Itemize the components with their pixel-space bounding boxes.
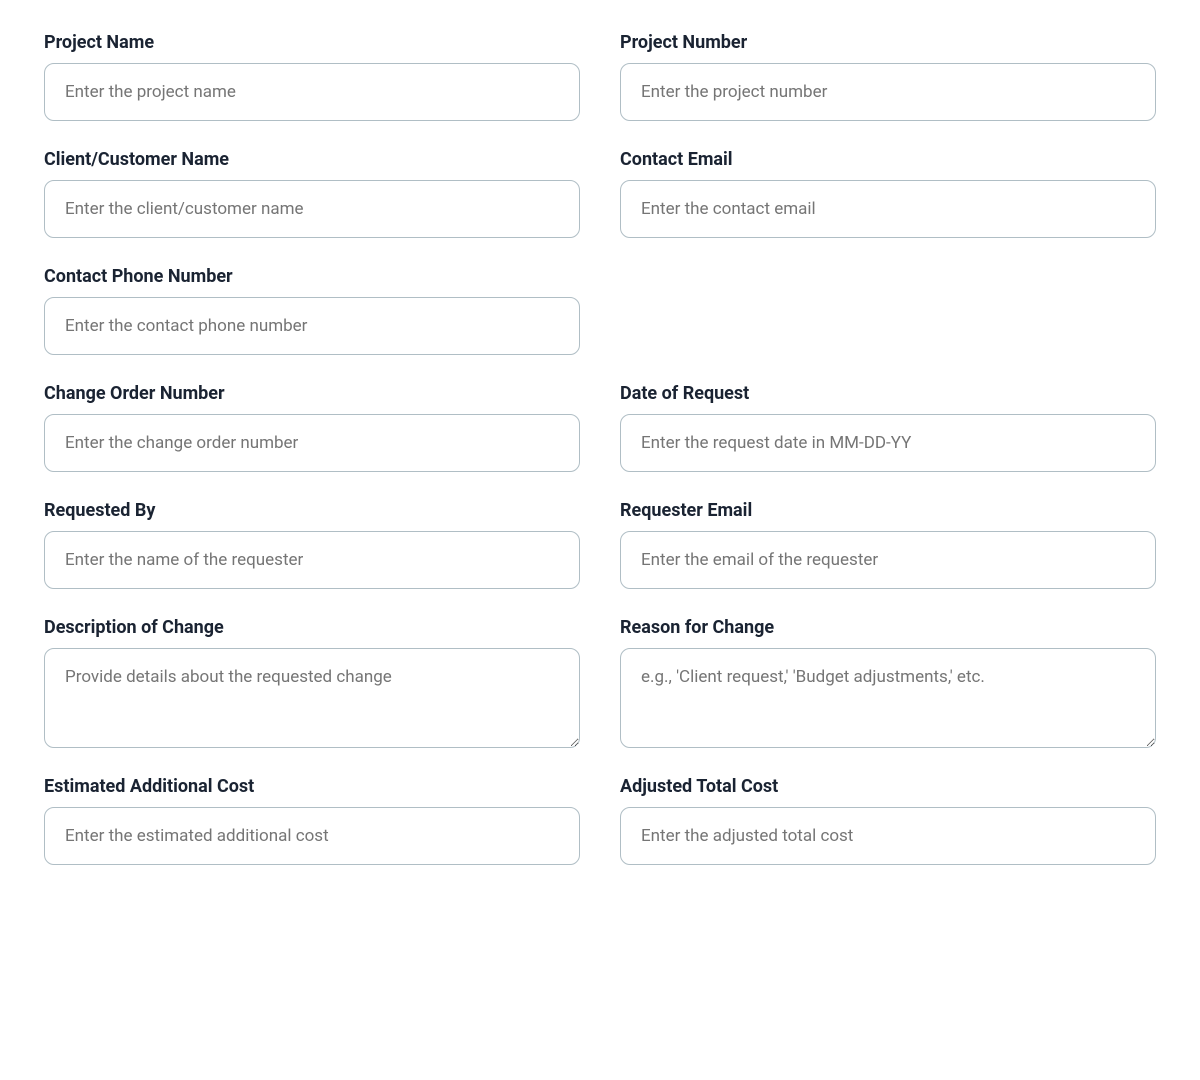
label-description-of-change: Description of Change	[44, 617, 580, 638]
form-group-reason-for-change: Reason for Change	[620, 617, 1156, 748]
input-description-of-change[interactable]	[44, 648, 580, 748]
form-group-contact-email: Contact Email	[620, 149, 1156, 238]
input-contact-email[interactable]	[620, 180, 1156, 238]
label-reason-for-change: Reason for Change	[620, 617, 1156, 638]
form-group-project-name: Project Name	[44, 32, 580, 121]
input-change-order-number[interactable]	[44, 414, 580, 472]
label-adjusted-total-cost: Adjusted Total Cost	[620, 776, 1156, 797]
form-group-contact-phone-number: Contact Phone Number	[44, 266, 580, 355]
input-project-number[interactable]	[620, 63, 1156, 121]
input-reason-for-change[interactable]	[620, 648, 1156, 748]
form-group-description-of-change: Description of Change	[44, 617, 580, 748]
label-requester-email: Requester Email	[620, 500, 1156, 521]
input-client-customer-name[interactable]	[44, 180, 580, 238]
label-contact-email: Contact Email	[620, 149, 1156, 170]
form-group-change-order-number: Change Order Number	[44, 383, 580, 472]
label-client-customer-name: Client/Customer Name	[44, 149, 580, 170]
label-date-of-request: Date of Request	[620, 383, 1156, 404]
input-date-of-request[interactable]	[620, 414, 1156, 472]
form-group-requested-by: Requested By	[44, 500, 580, 589]
form-group-date-of-request: Date of Request	[620, 383, 1156, 472]
input-project-name[interactable]	[44, 63, 580, 121]
input-requester-email[interactable]	[620, 531, 1156, 589]
spacer	[620, 266, 1156, 355]
form-group-adjusted-total-cost: Adjusted Total Cost	[620, 776, 1156, 865]
label-project-name: Project Name	[44, 32, 580, 53]
form-group-client-customer-name: Client/Customer Name	[44, 149, 580, 238]
label-requested-by: Requested By	[44, 500, 580, 521]
input-estimated-additional-cost[interactable]	[44, 807, 580, 865]
form-group-project-number: Project Number	[620, 32, 1156, 121]
form-group-requester-email: Requester Email	[620, 500, 1156, 589]
input-contact-phone-number[interactable]	[44, 297, 580, 355]
input-adjusted-total-cost[interactable]	[620, 807, 1156, 865]
label-contact-phone-number: Contact Phone Number	[44, 266, 580, 287]
label-estimated-additional-cost: Estimated Additional Cost	[44, 776, 580, 797]
form-grid: Project Name Project Number Client/Custome…	[44, 32, 1156, 893]
input-requested-by[interactable]	[44, 531, 580, 589]
label-project-number: Project Number	[620, 32, 1156, 53]
form-group-estimated-additional-cost: Estimated Additional Cost	[44, 776, 580, 865]
label-change-order-number: Change Order Number	[44, 383, 580, 404]
